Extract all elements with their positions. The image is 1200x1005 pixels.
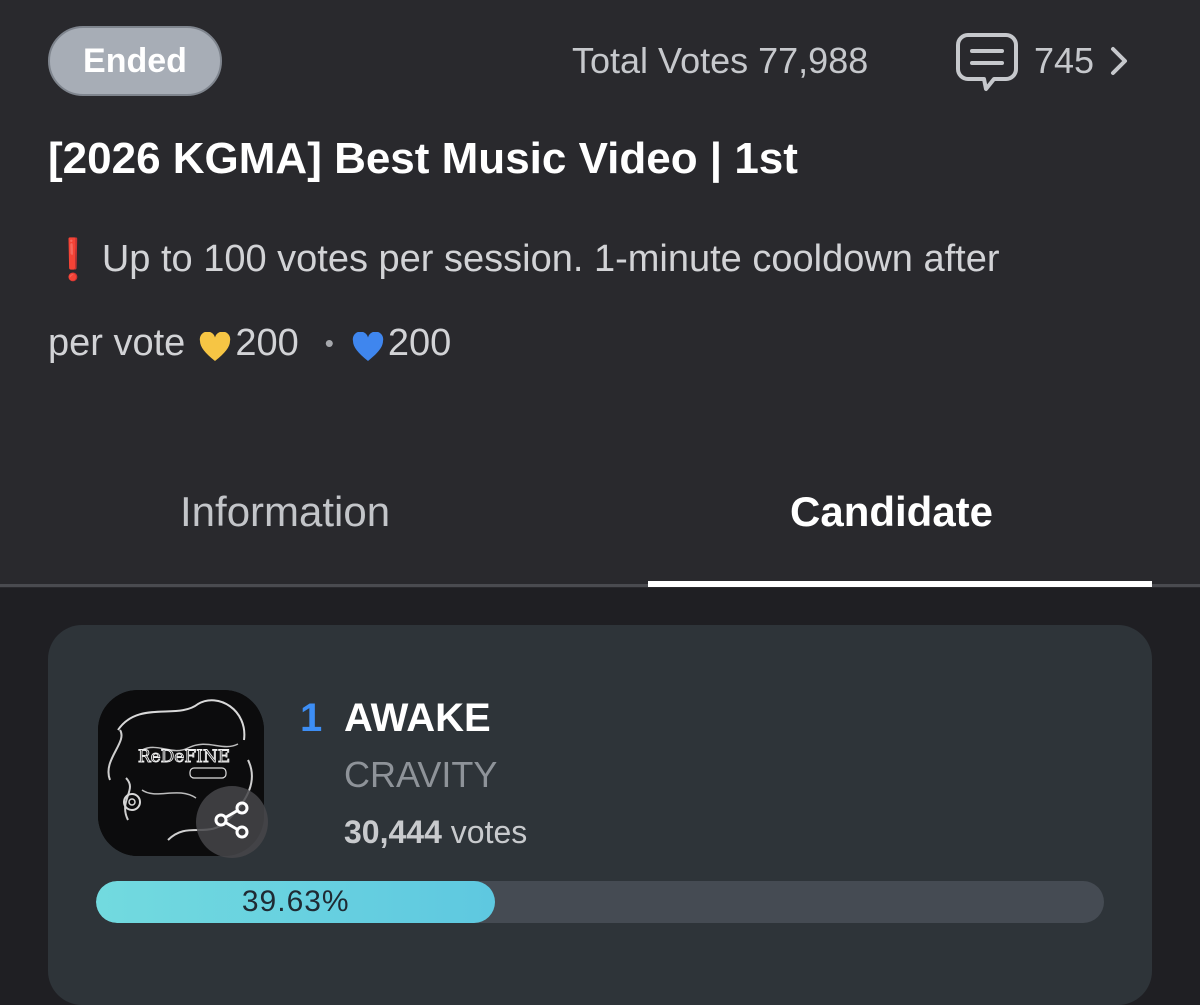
comment-count: 745 [1034, 40, 1095, 81]
gold-heart-icon [199, 329, 231, 361]
blue-heart-icon [352, 329, 384, 361]
cost-label: per vote [48, 322, 186, 364]
total-votes: Total Votes 77,988 [572, 38, 868, 84]
share-icon [212, 800, 252, 845]
candidate-artist: CRAVITY [344, 754, 498, 795]
warning-icon: ❗ [48, 238, 98, 282]
candidate-votes: 30,444 votes [344, 814, 527, 851]
status-label: Ended [83, 41, 187, 80]
vote-notice: ❗ Up to 100 votes per session. 1-minute … [48, 236, 1000, 283]
gold-heart-cost: 200 [235, 322, 299, 364]
candidate-song: AWAKE [344, 696, 491, 740]
total-votes-value: 77,988 [758, 40, 869, 81]
comments-button[interactable]: 745 [954, 28, 1130, 94]
tab-bar: Information Candidate [0, 460, 1200, 588]
candidate-vote-count: 30,444 [344, 814, 442, 850]
vote-cost: per vote 200 • 200 [48, 322, 451, 365]
status-badge: Ended [48, 26, 222, 96]
active-tab-indicator [648, 581, 1152, 587]
cost-separator: • [324, 328, 334, 358]
notice-text: Up to 100 votes per session. 1-minute co… [101, 238, 1000, 280]
tab-information[interactable]: Information [180, 488, 390, 536]
share-button[interactable] [196, 786, 268, 858]
candidate-rank: 1 [300, 696, 323, 740]
candidate-vote-unit: votes [450, 814, 528, 850]
chat-bubble-icon [954, 29, 1020, 93]
tab-candidate[interactable]: Candidate [790, 488, 993, 536]
vote-percentage: 39.63% [241, 885, 350, 918]
total-votes-label: Total Votes [572, 40, 749, 81]
album-art-text: ReDeFINE [138, 747, 230, 767]
page-title: [2026 KGMA] Best Music Video | 1st [48, 134, 798, 183]
chevron-right-icon [1108, 44, 1130, 78]
blue-heart-cost: 200 [387, 322, 452, 364]
